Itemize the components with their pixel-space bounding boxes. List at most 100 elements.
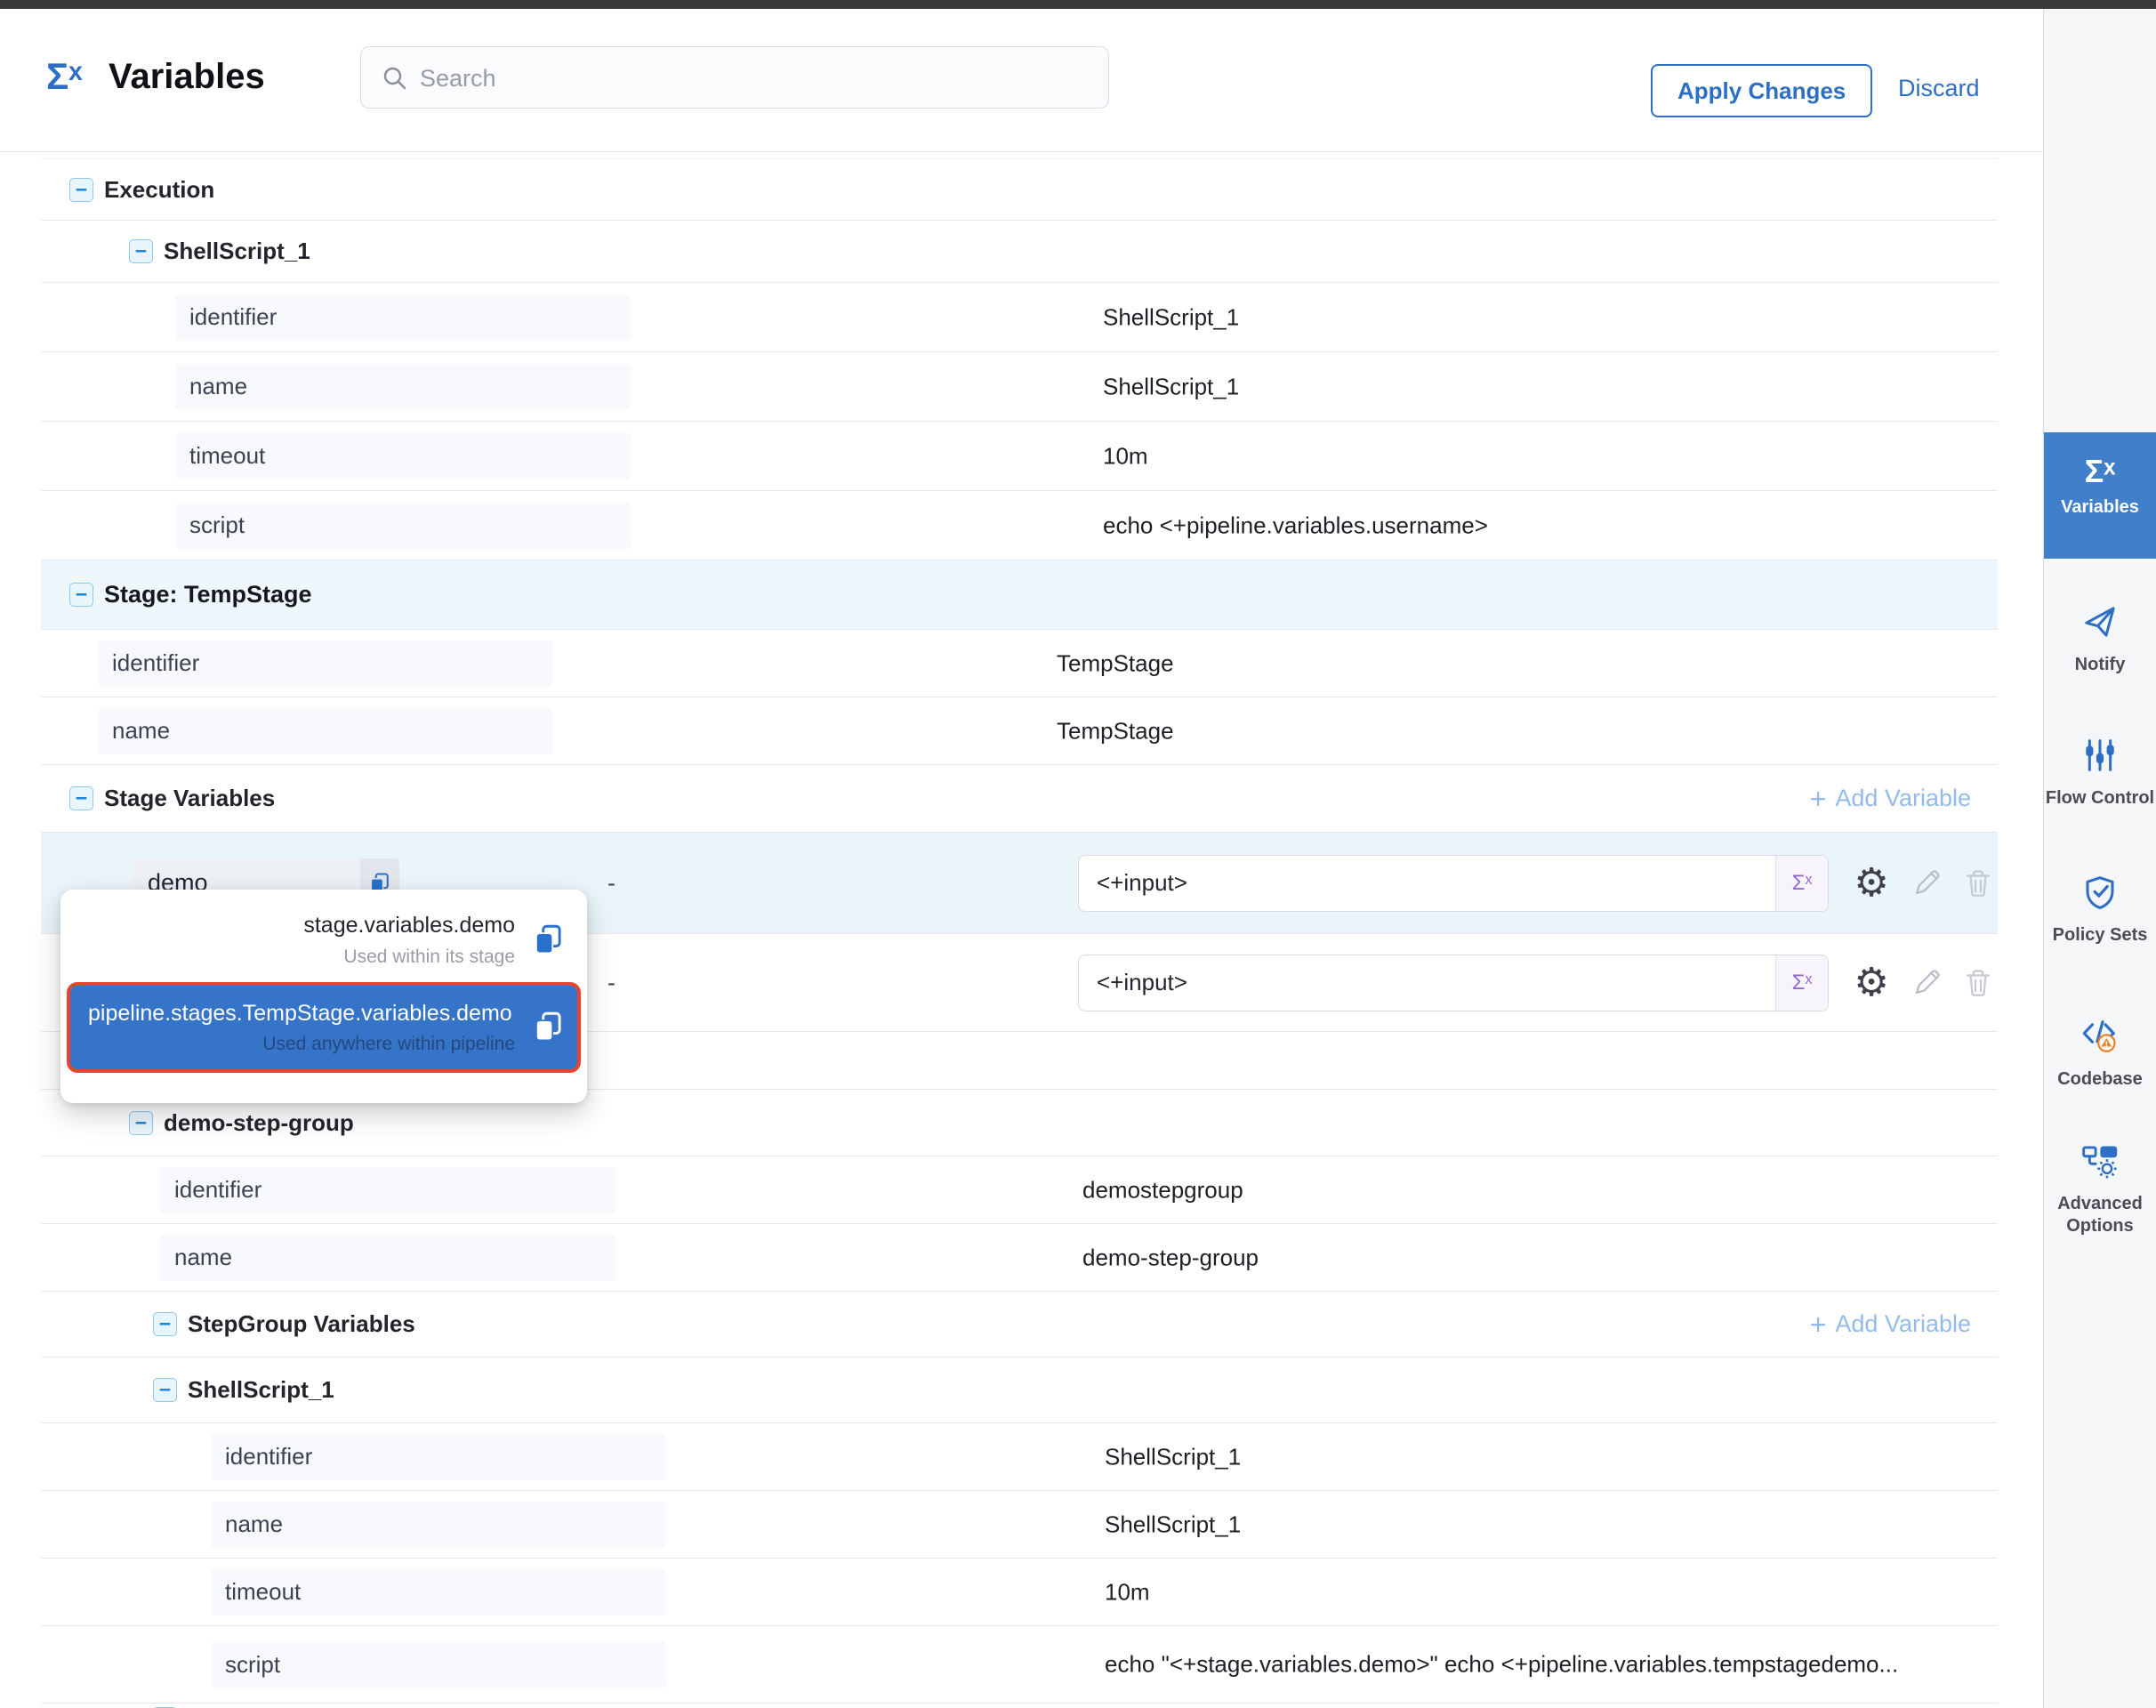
key-label: identifier: [112, 649, 199, 677]
collapse-icon[interactable]: −: [69, 583, 93, 607]
pipeline-aspects-sidebar: Σˣ Variables Notify Flow Control: [2043, 9, 2156, 1708]
row-timeout: timeout 10m: [41, 1559, 1998, 1626]
tree-row-stage-variables[interactable]: − Stage Variables + Add Variable: [41, 765, 1998, 833]
expression-popup: stage.variables.demo Used within its sta…: [60, 890, 587, 1103]
tree-label: StepGroup Variables: [188, 1310, 415, 1338]
collapse-icon[interactable]: −: [69, 178, 93, 202]
key-chip: name: [98, 708, 553, 754]
page-title: Variables: [109, 57, 265, 97]
key-label: timeout: [225, 1578, 301, 1606]
plus-icon: +: [1810, 1310, 1827, 1339]
value-text: ShellScript_1: [1103, 373, 1239, 400]
sliders-icon: [2081, 737, 2119, 774]
key-chip: name: [211, 1502, 666, 1548]
expression-text: stage.variables.demo: [303, 913, 515, 939]
collapse-icon[interactable]: −: [153, 1312, 177, 1336]
copy-icon[interactable]: [529, 921, 567, 960]
value-text: 10m: [1105, 1578, 1150, 1606]
key-label: name: [174, 1244, 232, 1271]
pencil-icon: [1909, 866, 1944, 901]
collapse-icon[interactable]: −: [129, 239, 153, 263]
row-identifier: identifier ShellScript_1: [41, 1423, 1998, 1491]
value-text: ShellScript_1: [1105, 1511, 1241, 1538]
key-chip: name: [160, 1235, 615, 1281]
expression-option-pipeline-scope[interactable]: pipeline.stages.TempStage.variables.demo…: [67, 982, 581, 1073]
sidebar-item-variables[interactable]: Σˣ Variables: [2044, 432, 2156, 559]
variable-delete-button[interactable]: [1959, 864, 1998, 903]
search-box[interactable]: [360, 46, 1109, 109]
expression-text: pipeline.stages.TempStage.variables.demo: [88, 1001, 517, 1027]
search-icon: [381, 64, 409, 93]
expression-type-toggle[interactable]: Σˣ: [1775, 856, 1828, 911]
key-chip: timeout: [211, 1569, 666, 1615]
variable-value: <+input>: [1079, 869, 1775, 897]
key-chip: identifier: [175, 294, 631, 341]
key-label: script: [189, 512, 245, 539]
key-label: identifier: [189, 303, 277, 331]
key-chip: script: [211, 1641, 666, 1688]
row-stepgroup-name: name demo-step-group: [41, 1224, 1998, 1292]
key-label: timeout: [189, 442, 265, 470]
search-input[interactable]: [418, 47, 1098, 109]
variable-settings-button[interactable]: ⚙: [1852, 864, 1891, 903]
expression-option-stage-scope[interactable]: stage.variables.demo Used within its sta…: [67, 897, 581, 979]
collapse-icon[interactable]: −: [129, 1111, 153, 1135]
required-separator: -: [607, 969, 615, 996]
variable-settings-button[interactable]: ⚙: [1852, 963, 1891, 1003]
row-script: script echo "<+stage.variables.demo>" ec…: [41, 1626, 1998, 1704]
sidebar-item-policy-sets[interactable]: Policy Sets: [2044, 874, 2156, 947]
value-text: echo "<+stage.variables.demo>" echo <+pi…: [1105, 1651, 1898, 1679]
value-text: echo <+pipeline.variables.username>: [1103, 512, 1488, 539]
variable-value-input[interactable]: <+input> Σˣ: [1078, 855, 1829, 912]
collapse-icon[interactable]: −: [153, 1378, 177, 1402]
tree-row-stage-tempstage[interactable]: − Stage: TempStage: [41, 560, 1998, 630]
tree-label: ShellScript_1: [188, 1376, 334, 1404]
sidebar-item-codebase[interactable]: Codebase: [2044, 1016, 2156, 1091]
variable-value-input[interactable]: <+input> Σˣ: [1078, 955, 1829, 1011]
tree-row-execution[interactable]: − Execution: [41, 158, 1998, 221]
tree-row-stepgroup-variables[interactable]: − StepGroup Variables + Add Variable: [41, 1292, 1998, 1358]
variables-panel: Σˣ Variables Apply Changes Discard − Exe…: [0, 0, 2156, 1708]
variable-edit-button[interactable]: [1907, 963, 1946, 1003]
stage-header-label: Stage: TempStage: [104, 581, 312, 608]
apply-changes-button[interactable]: Apply Changes: [1651, 64, 1872, 117]
paper-plane-icon: [2081, 603, 2119, 640]
sidebar-item-flow-control[interactable]: Flow Control: [2044, 737, 2156, 810]
value-text: 10m: [1103, 442, 1148, 470]
sidebar-item-notify[interactable]: Notify: [2044, 603, 2156, 676]
row-name: name ShellScript_1: [41, 1491, 1998, 1559]
row-stage-name: name TempStage: [41, 697, 1998, 765]
variable-edit-button[interactable]: [1907, 864, 1946, 903]
key-label: name: [225, 1511, 283, 1538]
variable-delete-button[interactable]: [1959, 963, 1998, 1003]
add-variable-button[interactable]: + Add Variable: [1810, 785, 1971, 813]
tree-label: Stage Variables: [104, 785, 275, 812]
value-text: TempStage: [1057, 717, 1174, 745]
flowchart-gear-icon: [2080, 1140, 2120, 1180]
tree-row-shellscript[interactable]: − ShellScript_1: [41, 221, 1998, 283]
expression-type-toggle[interactable]: Σˣ: [1775, 955, 1828, 1011]
copy-icon[interactable]: [529, 1008, 567, 1047]
partial-next-row: −: [41, 1704, 1998, 1708]
add-variable-button[interactable]: + Add Variable: [1810, 1310, 1971, 1339]
row-name: name ShellScript_1: [41, 352, 1998, 422]
pencil-icon: [1909, 965, 1944, 1001]
discard-button[interactable]: Discard: [1898, 75, 1980, 102]
collapse-icon[interactable]: −: [69, 786, 93, 810]
value-text: demostepgroup: [1082, 1176, 1243, 1204]
plus-icon: +: [1810, 785, 1827, 813]
sigma-icon: Σˣ: [2044, 455, 2156, 487]
gear-icon: ⚙: [1854, 864, 1888, 903]
gear-icon: ⚙: [1854, 963, 1888, 1003]
key-chip: name: [175, 364, 631, 410]
value-text: ShellScript_1: [1103, 303, 1239, 331]
key-chip: identifier: [98, 640, 553, 687]
tree-label: ShellScript_1: [164, 238, 310, 265]
row-stepgroup-identifier: identifier demostepgroup: [41, 1156, 1998, 1224]
sidebar-item-advanced-options[interactable]: Advanced Options: [2044, 1140, 2156, 1237]
key-label: identifier: [225, 1443, 312, 1470]
tree-row-shellscript-nested[interactable]: − ShellScript_1: [41, 1358, 1998, 1423]
trash-icon: [1960, 965, 1996, 1001]
row-identifier: identifier ShellScript_1: [41, 283, 1998, 352]
expression-scope: Used anywhere within pipeline: [88, 1034, 517, 1055]
